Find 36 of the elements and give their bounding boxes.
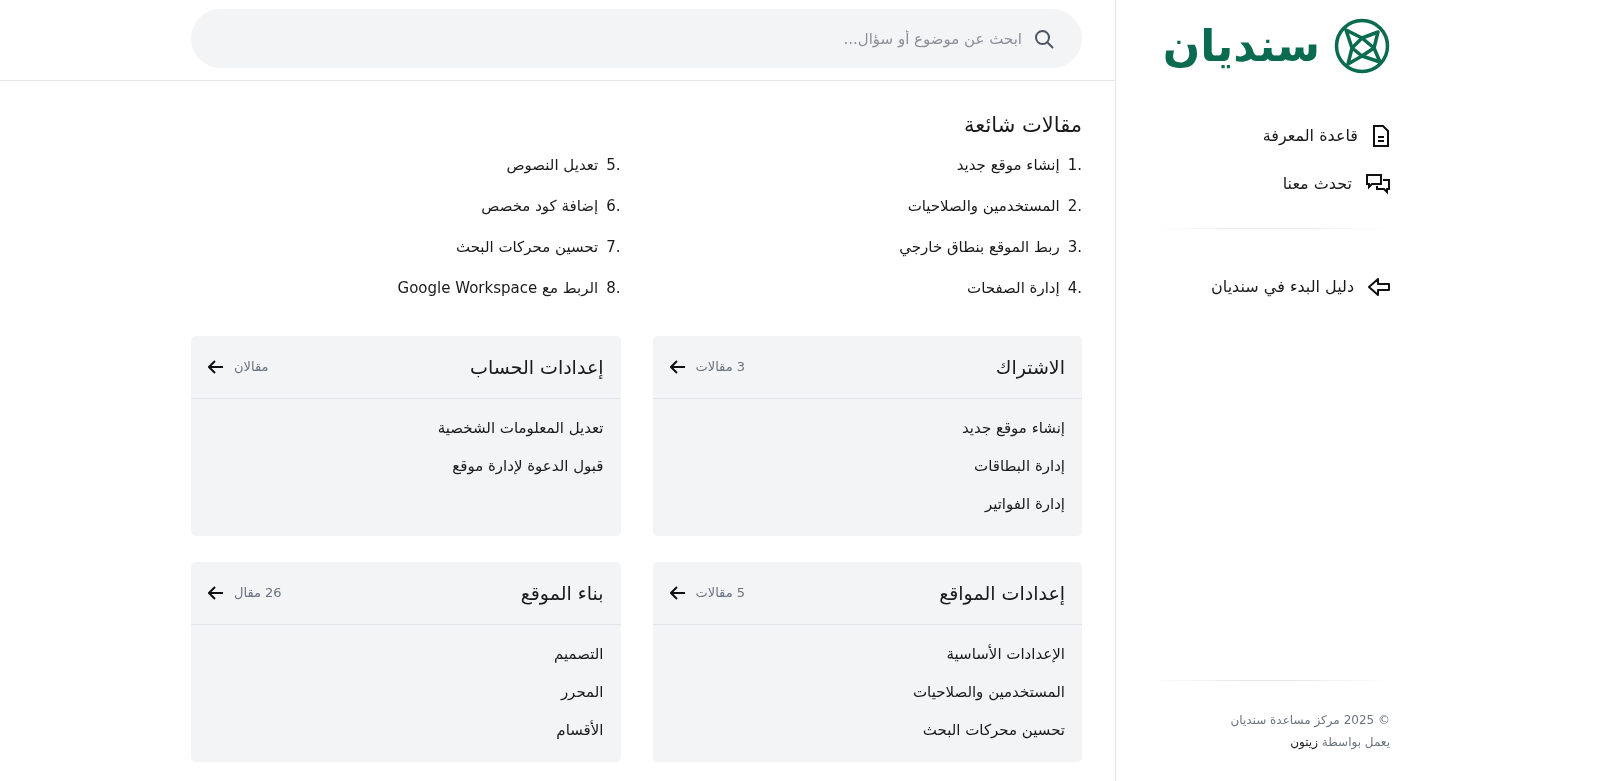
article-count-link[interactable]: مقالان <box>208 357 269 377</box>
category-title: بناء الموقع <box>520 580 604 607</box>
category-title: الاشتراك <box>995 354 1065 381</box>
copyright-text: © 2025 مركز مساعدة سنديان <box>1229 712 1390 729</box>
brand-link[interactable]: زيتون <box>1290 735 1318 749</box>
article-link[interactable]: الإعدادات الأساسية <box>946 635 1065 674</box>
guide-link[interactable]: دليل البدء في سنديان <box>1150 275 1390 299</box>
article-link[interactable]: قبول الدعوة لإدارة موقع <box>452 447 604 486</box>
article-count-link[interactable]: 26 مقال <box>208 583 282 603</box>
article-link[interactable]: إدارة الفواتير <box>984 485 1065 524</box>
powered-by-text: يعمل بواسطة زيتون <box>1289 734 1390 751</box>
logo-icon <box>1334 18 1390 74</box>
arrow-icon <box>669 586 686 601</box>
sidebar-link[interactable]: تحدث معنا <box>1150 172 1390 196</box>
arrow-icon <box>208 360 224 375</box>
article-link[interactable]: المستخدمين والصلاحيات <box>912 673 1065 712</box>
search-icon <box>1034 29 1054 49</box>
article-link[interactable]: الأقسام <box>556 711 604 750</box>
article-link[interactable]: المحرر <box>560 673 604 712</box>
article-link[interactable]: إدارة البطاقات <box>974 447 1065 486</box>
article-link[interactable]: تحسين محركات البحث <box>922 711 1065 750</box>
article-count-link[interactable]: 5 مقالات <box>669 583 746 603</box>
arrow-icon <box>208 586 224 601</box>
arrow-icon <box>1368 277 1390 297</box>
article-link[interactable]: التصميم <box>554 635 604 674</box>
arrow-icon <box>669 360 686 375</box>
section-heading: مقالات شائعة <box>963 113 1082 139</box>
article-link[interactable]: إنشاء موقع جديد <box>962 409 1065 448</box>
sidebar-link[interactable]: قاعدة المعرفة <box>1150 124 1390 148</box>
article-count-link[interactable]: 3 مقالات <box>669 357 746 377</box>
category-title: إعدادات الحساب <box>470 354 604 381</box>
document-icon <box>1372 125 1390 147</box>
logo-wordmark: سنديان <box>1162 24 1320 68</box>
chat-bubbles-icon <box>1366 173 1390 195</box>
category-title: إعدادات المواقع <box>939 580 1065 607</box>
article-link[interactable]: تعديل المعلومات الشخصية <box>437 409 604 448</box>
